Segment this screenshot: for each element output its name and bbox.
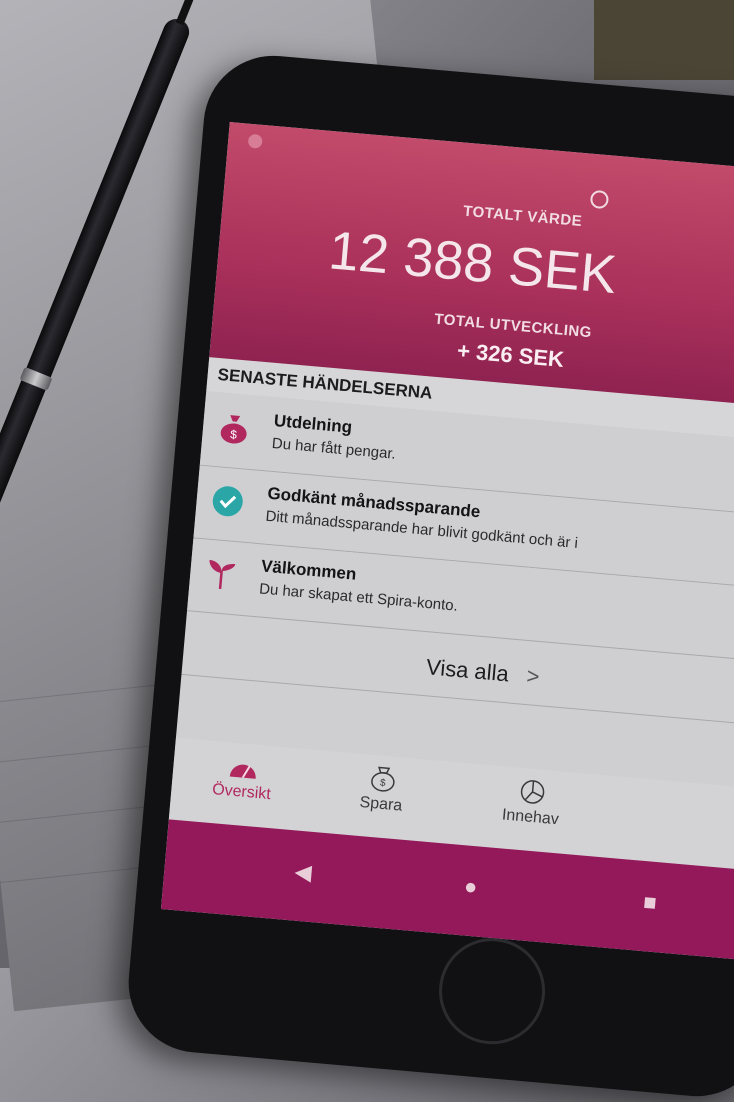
show-all-label: Visa alla [425,654,510,687]
event-title: Utdelning [273,411,353,437]
total-value-amount: 12 388 [326,220,497,295]
tab-spara[interactable]: $ Spara [320,761,444,819]
sprout-icon [209,559,236,590]
tab-label: Spara [358,793,403,815]
money-bag-icon: $ [371,766,395,792]
total-value: 12 388 SEK [326,219,619,306]
phone-home-button [434,933,550,1049]
phone: TOTALT VÄRDE 12 388 SEK TOTAL UTVECKLING… [122,50,734,1102]
svg-text:$: $ [379,778,386,789]
tab-oversikt[interactable]: Översikt [181,748,305,806]
event-title: Välkommen [260,556,358,584]
tab-innehav[interactable]: Innehav [470,774,594,832]
total-value-currency: SEK [505,235,619,306]
desk-background [594,0,734,80]
status-indicator-icon [247,133,263,149]
gauge-icon [229,764,256,779]
money-bag-icon: $ [220,415,247,444]
pie-chart-icon [520,780,545,804]
pen-band [19,366,53,391]
event-description: Du har fått pengar. [271,434,397,463]
app-screen: TOTALT VÄRDE 12 388 SEK TOTAL UTVECKLING… [160,121,734,962]
recent-apps-icon[interactable]: ■ [642,889,657,916]
event-description: Du har skapat ett Spira-konto. [258,580,459,615]
check-circle-icon [212,486,243,517]
tab-label: Översikt [211,781,272,804]
tab-label: Innehav [501,806,560,829]
alarm-icon [589,189,610,210]
home-icon[interactable]: ● [463,873,478,900]
back-icon[interactable]: ◀ [294,859,313,886]
chevron-right-icon: > [525,663,541,690]
